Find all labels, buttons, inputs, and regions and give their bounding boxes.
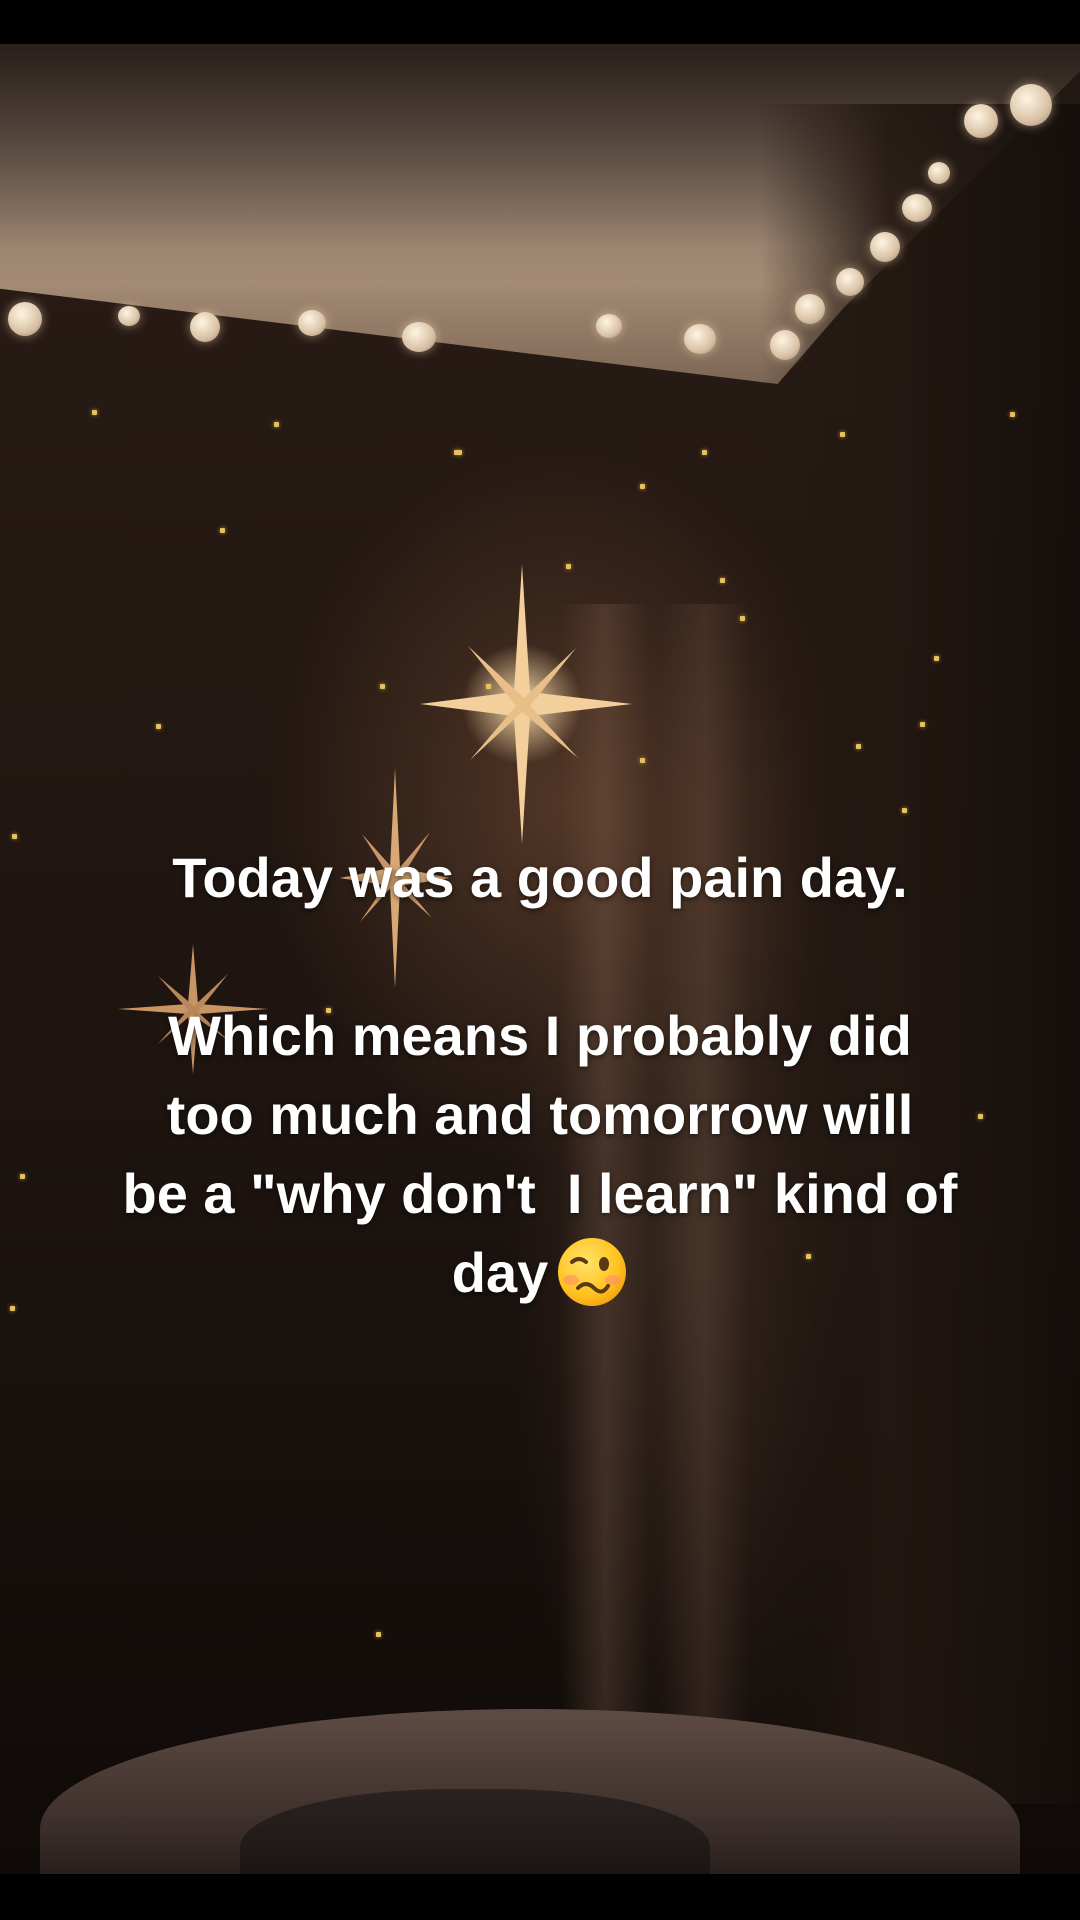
fairy-light xyxy=(770,330,800,360)
fairy-light xyxy=(402,322,436,352)
glow-speck xyxy=(902,808,907,813)
caption-line-2: Which means I probably did xyxy=(168,1004,912,1067)
glow-speck xyxy=(740,616,745,621)
fairy-light xyxy=(118,306,140,326)
fairy-light xyxy=(870,232,900,262)
glow-speck xyxy=(702,450,707,455)
glow-speck xyxy=(380,684,385,689)
fairy-light xyxy=(684,324,716,354)
fairy-light xyxy=(795,294,825,324)
fairy-light xyxy=(928,162,950,184)
fairy-light xyxy=(8,302,42,336)
fairy-light xyxy=(836,268,864,296)
glow-speck xyxy=(856,744,861,749)
caption-line-1: Today was a good pain day. xyxy=(172,846,908,909)
glow-speck xyxy=(1010,412,1015,417)
glow-speck xyxy=(12,834,17,839)
glow-speck xyxy=(840,432,845,437)
fairy-light xyxy=(1010,84,1052,126)
glow-speck xyxy=(20,1174,25,1179)
caption-line-5: day xyxy=(451,1241,549,1304)
caption-line-3: too much and tomorrow will xyxy=(166,1083,914,1146)
caption-line-5-wrap: day xyxy=(30,1233,1050,1312)
glow-speck xyxy=(10,1306,15,1311)
glow-speck xyxy=(920,722,925,727)
glow-speck xyxy=(454,450,462,455)
caption-text: Today was a good pain day. Which means I… xyxy=(30,838,1050,1312)
glow-speck xyxy=(640,758,645,763)
caption-line-4: be a "why don't I learn" kind of xyxy=(122,1162,958,1225)
glow-speck xyxy=(220,528,225,533)
fairy-light xyxy=(190,312,220,342)
glow-speck xyxy=(274,422,279,427)
glow-speck xyxy=(720,578,725,583)
fairy-light xyxy=(596,314,622,338)
fairy-light xyxy=(298,310,326,336)
glow-speck xyxy=(640,484,645,489)
glow-speck xyxy=(486,684,491,689)
glow-speck xyxy=(376,1632,381,1637)
glow-speck xyxy=(934,656,939,661)
glow-speck xyxy=(566,564,571,569)
woozy-face-emoji-icon xyxy=(558,1238,627,1307)
screen: Today was a good pain day. Which means I… xyxy=(0,0,1080,1920)
fairy-light xyxy=(902,194,932,222)
glow-speck xyxy=(156,724,161,729)
fairy-light xyxy=(964,104,998,138)
glow-speck xyxy=(92,410,97,415)
